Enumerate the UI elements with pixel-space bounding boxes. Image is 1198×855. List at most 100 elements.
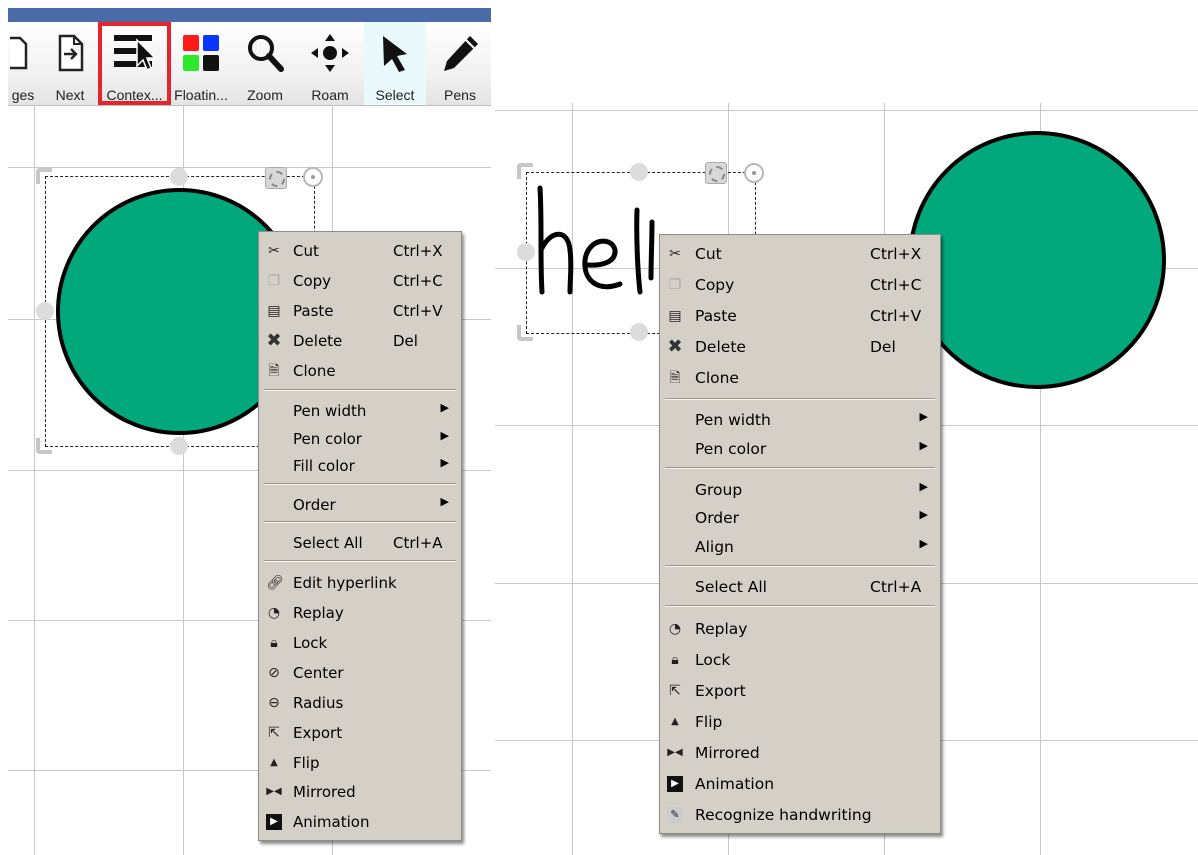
toolbar-pages-label: ges — [11, 87, 35, 103]
menu-item-label: Clone — [293, 362, 336, 380]
menu-item-label: Select All — [695, 578, 767, 596]
menu-item-copy[interactable]: ❐ Copy Ctrl+C — [259, 268, 461, 294]
roam-icon — [311, 34, 349, 72]
menu-item-label: Paste — [293, 302, 334, 320]
resize-corner-handle[interactable] — [36, 438, 52, 454]
menu-item-clone[interactable]: 🗎 Clone — [259, 358, 461, 384]
menu-item-label: Animation — [695, 775, 775, 793]
menu-item-delete[interactable]: ✖ Delete Del — [259, 328, 461, 354]
copy-icon: ❐ — [668, 277, 682, 293]
menu-item-center[interactable]: ⊘ Center — [259, 660, 461, 686]
rotate-handle-icon[interactable] — [744, 163, 764, 183]
mirrored-icon: ▶◀ — [266, 786, 282, 797]
toolbar-context-label: Contex... — [106, 87, 163, 103]
resize-corner-handle[interactable] — [517, 163, 533, 179]
menu-item-clone[interactable]: 🗎 Clone — [660, 365, 940, 391]
menu-item-label: Cut — [293, 242, 319, 260]
menu-item-edit-hyperlink[interactable]: 🔗︎ Edit hyperlink — [259, 570, 461, 596]
clone-icon: 🗎 — [669, 370, 681, 386]
submenu-arrow-icon: ▶ — [440, 429, 449, 442]
resize-handle-bottom[interactable] — [170, 437, 188, 455]
delete-icon: ✖ — [667, 336, 683, 357]
pages-icon — [10, 36, 28, 70]
menu-item-select-all[interactable]: Select All Ctrl+A — [660, 574, 940, 600]
menu-separator — [264, 389, 456, 391]
menu-item-animation[interactable]: ▶ Animation — [660, 771, 940, 797]
resize-handle-top[interactable] — [170, 168, 188, 186]
menu-item-pen-color[interactable]: Pen color ▶ — [259, 426, 461, 452]
menu-item-export[interactable]: ⇱ Export — [660, 678, 940, 704]
menu-separator — [665, 398, 935, 400]
menu-item-pen-color[interactable]: Pen color ▶ — [660, 436, 940, 462]
right-context-menu: ✂ Cut Ctrl+X ❐ Copy Ctrl+C ▤ Paste Ctrl+… — [659, 234, 941, 834]
menu-item-pen-width[interactable]: Pen width ▶ — [259, 398, 461, 424]
menu-item-recognize-handwriting[interactable]: ✎ Recognize handwriting — [660, 802, 940, 828]
menu-item-pen-width[interactable]: Pen width ▶ — [660, 407, 940, 433]
toolbar-floating-label: Floatin... — [174, 87, 228, 103]
toolbar-context-button[interactable]: Contex... — [98, 22, 171, 105]
toolbar-pens-button[interactable]: Pens — [429, 22, 491, 105]
menu-item-order[interactable]: Order ▶ — [259, 492, 461, 518]
menu-item-delete[interactable]: ✖ Delete Del — [660, 334, 940, 360]
left-context-menu: ✂ Cut Ctrl+X ❐ Copy Ctrl+C ▤ Paste Ctrl+… — [258, 231, 462, 841]
menu-item-label: Mirrored — [695, 744, 760, 762]
menu-item-label: Pen color — [293, 430, 362, 448]
menu-item-cut[interactable]: ✂ Cut Ctrl+X — [259, 238, 461, 264]
menu-item-replay[interactable]: ◔ Replay — [259, 600, 461, 626]
toolbar-zoom-button[interactable]: Zoom — [234, 22, 296, 105]
toolbar-floating-button[interactable]: Floatin... — [171, 22, 231, 105]
menu-item-paste[interactable]: ▤ Paste Ctrl+V — [660, 303, 940, 329]
menu-item-flip[interactable]: ▲ Flip — [660, 709, 940, 735]
clone-icon: 🗎 — [268, 363, 280, 379]
resize-corner-handle[interactable] — [36, 168, 52, 184]
menu-item-replay[interactable]: ◔ Replay — [660, 616, 940, 642]
rotate-toggle-icon[interactable] — [265, 167, 287, 189]
delete-icon: ✖ — [266, 330, 282, 351]
resize-handle-top[interactable] — [630, 163, 648, 181]
green-circle-shape[interactable] — [908, 131, 1166, 389]
resize-handle-left[interactable] — [517, 243, 535, 261]
toolbar-roam-button[interactable]: Roam — [299, 22, 361, 105]
menu-separator — [264, 521, 456, 523]
menu-item-select-all[interactable]: Select All Ctrl+A — [259, 530, 461, 556]
menu-item-label: Radius — [293, 694, 344, 712]
toolbar-next-button[interactable]: Next — [41, 22, 99, 105]
menu-item-lock[interactable]: 🔒︎ Lock — [259, 630, 461, 656]
menu-item-label: Replay — [695, 620, 748, 638]
menu-item-lock[interactable]: 🔒︎ Lock — [660, 647, 940, 673]
toolbar-pages-button[interactable]: ges — [8, 22, 38, 105]
menu-item-shortcut: Del — [393, 332, 418, 350]
resize-handle-bottom[interactable] — [630, 323, 648, 341]
menu-item-label: Copy — [695, 276, 735, 294]
animation-icon: ▶ — [266, 814, 282, 830]
context-menu-icon — [113, 35, 157, 72]
resize-handle-left[interactable] — [36, 302, 54, 320]
menu-item-export[interactable]: ⇱ Export — [259, 720, 461, 746]
menu-item-copy[interactable]: ❐ Copy Ctrl+C — [660, 272, 940, 298]
paste-icon: ▤ — [267, 303, 281, 319]
menu-item-label: Lock — [293, 634, 328, 652]
menu-item-flip[interactable]: ▲ Flip — [259, 750, 461, 776]
menu-separator — [264, 560, 456, 562]
menu-item-paste[interactable]: ▤ Paste Ctrl+V — [259, 298, 461, 324]
menu-item-mirrored[interactable]: ▶◀ Mirrored — [660, 740, 940, 766]
menu-item-label: Align — [695, 538, 734, 556]
menu-item-cut[interactable]: ✂ Cut Ctrl+X — [660, 241, 940, 267]
submenu-arrow-icon: ▶ — [919, 480, 928, 493]
menu-item-animation[interactable]: ▶ Animation — [259, 809, 461, 835]
menu-item-align[interactable]: Align ▶ — [660, 534, 940, 560]
rotate-toggle-icon[interactable] — [705, 162, 727, 184]
rotate-handle-icon[interactable] — [303, 167, 323, 187]
select-arrow-icon — [383, 36, 407, 72]
menu-item-mirrored[interactable]: ▶◀ Mirrored — [259, 779, 461, 805]
toolbar-select-button[interactable]: Select — [364, 22, 426, 105]
flip-icon: ▲ — [671, 716, 679, 727]
menu-item-label: Mirrored — [293, 783, 356, 801]
menu-item-fill-color[interactable]: Fill color ▶ — [259, 453, 461, 479]
menu-item-order[interactable]: Order ▶ — [660, 505, 940, 531]
menu-item-shortcut: Ctrl+C — [870, 276, 922, 294]
resize-corner-handle[interactable] — [517, 325, 533, 341]
menu-item-group[interactable]: Group ▶ — [660, 477, 940, 503]
menu-item-radius[interactable]: ⊖ Radius — [259, 690, 461, 716]
link-icon: 🔗︎ — [266, 575, 284, 591]
